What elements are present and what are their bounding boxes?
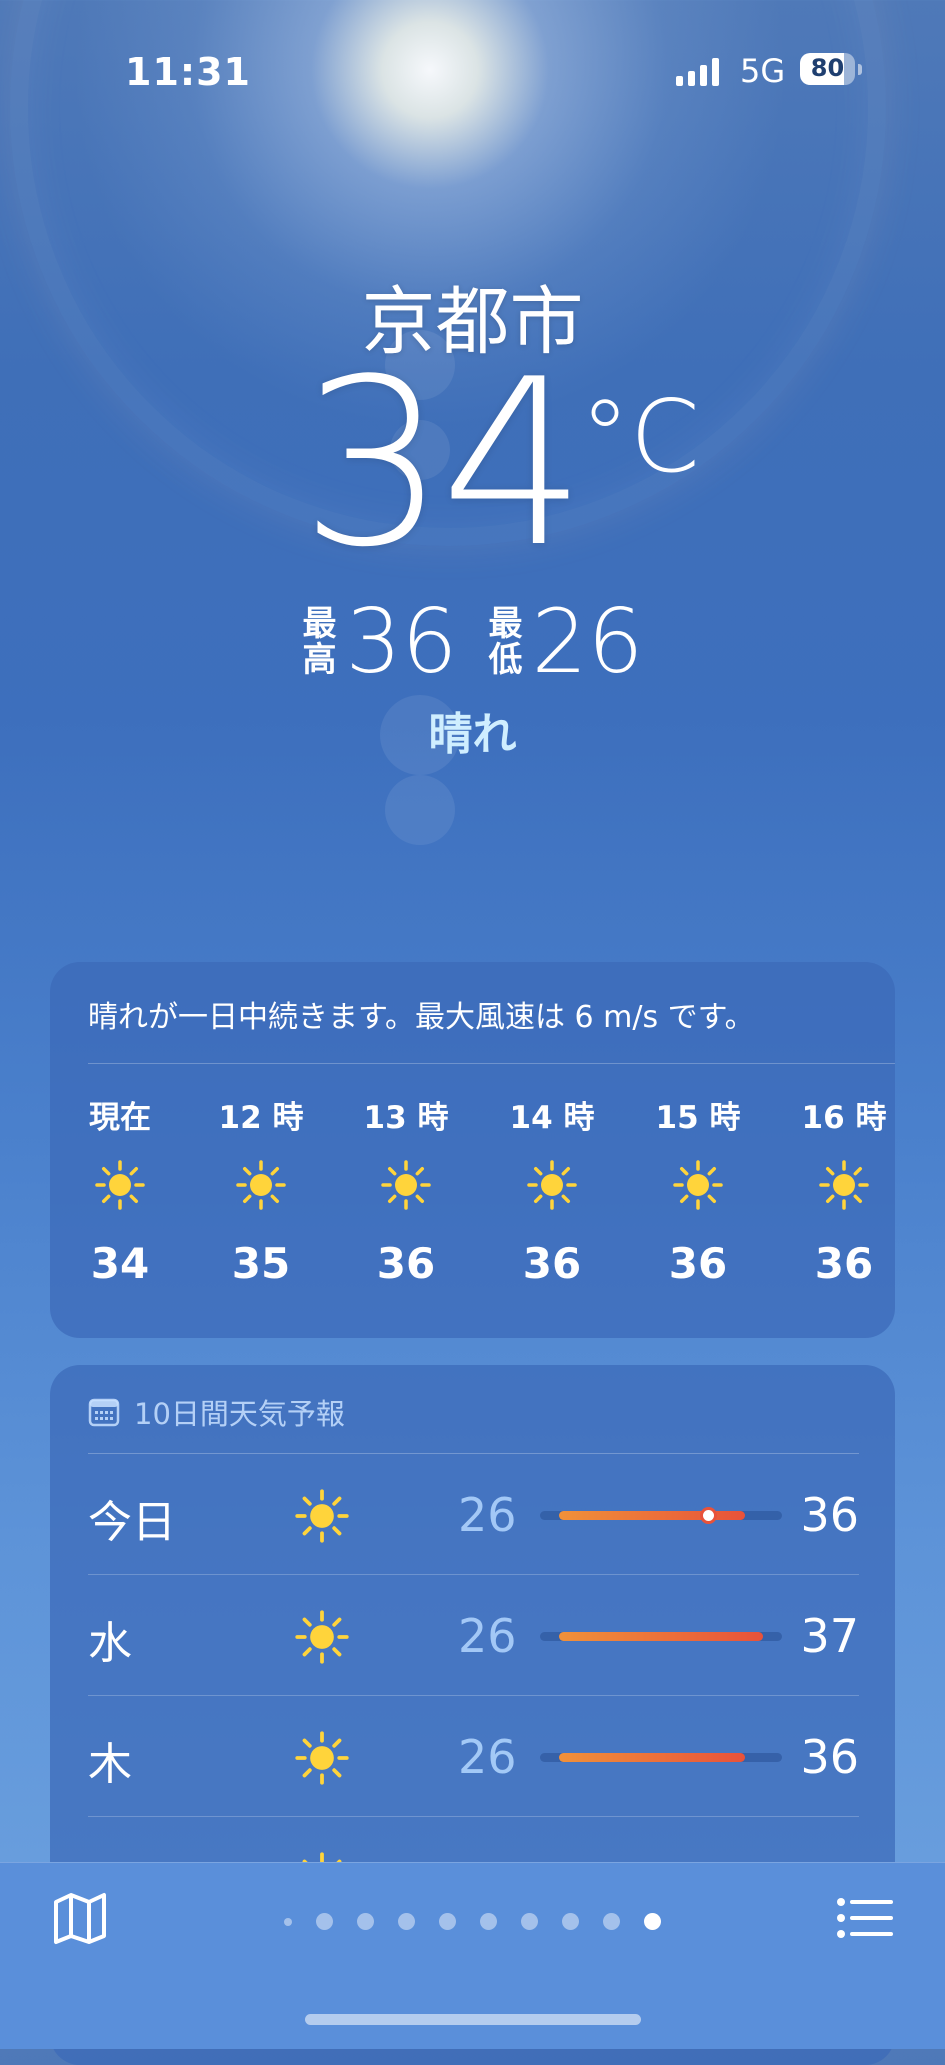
hour-temp: 35 — [231, 1239, 291, 1288]
status-time: 11:31 — [125, 50, 251, 94]
page-dot[interactable] — [439, 1913, 456, 1930]
sun-icon — [295, 1610, 349, 1664]
hour-temp: 36 — [522, 1239, 582, 1288]
day-label: 今日 — [88, 1497, 176, 1548]
sun-icon — [527, 1160, 577, 1210]
lens-flare — [385, 775, 455, 845]
temperature-unit: °C — [580, 378, 700, 495]
hour-item: 15 時 36 — [638, 1092, 758, 1288]
page-dot[interactable] — [398, 1913, 415, 1930]
page-dot[interactable] — [357, 1913, 374, 1930]
page-dot[interactable] — [316, 1913, 333, 1930]
low-temp: 26 — [458, 1488, 517, 1542]
temperature-range-fill — [558, 1632, 764, 1641]
sun-icon — [95, 1160, 145, 1210]
daily-row[interactable]: 水 26 37 — [88, 1575, 859, 1696]
current-temperature: 34 — [300, 331, 587, 598]
sun-icon — [673, 1160, 723, 1210]
hour-label: 15 時 — [655, 1100, 741, 1136]
hour-item: 14 時 36 — [492, 1092, 612, 1288]
hour-item: 現在 34 — [60, 1092, 180, 1288]
temperature-range-bar — [540, 1510, 782, 1521]
sun-icon — [295, 1731, 349, 1785]
forecast-summary: 晴れが一日中続きます。最大風速は 6 m/s です。 — [88, 1000, 755, 1035]
sun-icon — [236, 1160, 286, 1210]
high-label: 最高 — [302, 603, 337, 680]
high-temp: 36 — [800, 1730, 859, 1784]
high-group: 最高 36 — [302, 590, 458, 693]
hour-temp: 36 — [376, 1239, 436, 1288]
hour-label: 14 時 — [509, 1100, 595, 1136]
location-page-dot[interactable] — [284, 1917, 292, 1926]
daily-forecast-title: 10日間天気予報 — [134, 1397, 345, 1431]
low-label: 最低 — [488, 603, 523, 680]
high-low: 最高 36 最低 26 — [0, 590, 945, 693]
current-temp-dot — [702, 1510, 714, 1521]
hour-label: 16 時 — [801, 1100, 887, 1136]
sun-icon — [381, 1160, 431, 1210]
hour-item: 16 時 36 — [784, 1092, 904, 1288]
battery-icon: 80 — [800, 53, 855, 85]
hour-item: 13 時 36 — [346, 1092, 466, 1288]
low-temp: 26 — [458, 1730, 517, 1784]
daily-forecast-header: 10日間天気予報 — [88, 1391, 345, 1433]
page-indicator[interactable] — [0, 1913, 945, 1930]
day-label: 水 — [88, 1618, 132, 1669]
home-indicator[interactable] — [305, 2014, 641, 2025]
hourly-forecast-card[interactable]: 晴れが一日中続きます。最大風速は 6 m/s です。 現在 34 12 時 35… — [50, 962, 895, 1338]
low-group: 最低 26 — [488, 590, 644, 693]
daily-row[interactable]: 今日 26 36 — [88, 1454, 859, 1575]
hour-temp: 36 — [814, 1239, 874, 1288]
weather-condition: 晴れ — [428, 709, 517, 760]
temperature-range-fill — [558, 1753, 745, 1762]
status-bar: 11:31 5G 80 — [0, 50, 945, 94]
low-temp: 26 — [458, 1609, 517, 1663]
temperature-range-bar — [540, 1753, 782, 1762]
network-type: 5G — [740, 52, 786, 90]
hour-temp: 36 — [668, 1239, 728, 1288]
temperature-range-fill — [558, 1511, 745, 1520]
list-icon[interactable] — [835, 1890, 895, 1946]
high-temp: 37 — [800, 1609, 859, 1663]
hour-temp: 34 — [90, 1239, 150, 1288]
hour-label: 13 時 — [363, 1100, 449, 1136]
calendar-icon — [88, 1398, 120, 1427]
page-dot[interactable] — [521, 1913, 538, 1930]
temperature-range-bar — [540, 1632, 782, 1641]
cellular-signal-icon — [676, 58, 719, 86]
high-temp: 36 — [800, 1488, 859, 1542]
divider — [88, 1063, 895, 1064]
high-temperature: 36 — [345, 590, 458, 693]
sun-icon — [295, 1489, 349, 1543]
low-temperature: 26 — [531, 590, 644, 693]
page-dot[interactable] — [603, 1913, 620, 1930]
hour-item: 12 時 35 — [201, 1092, 321, 1288]
hour-label: 現在 — [89, 1100, 151, 1136]
battery-level: 80 — [810, 54, 845, 82]
page-dot[interactable] — [480, 1913, 497, 1930]
battery-tip — [858, 64, 862, 75]
hour-label: 12 時 — [218, 1100, 304, 1136]
day-label: 木 — [88, 1739, 132, 1790]
page-dot[interactable] — [562, 1913, 579, 1930]
daily-row[interactable]: 木 26 36 — [88, 1696, 859, 1817]
page-dot[interactable] — [644, 1913, 661, 1930]
sun-icon — [819, 1160, 869, 1210]
